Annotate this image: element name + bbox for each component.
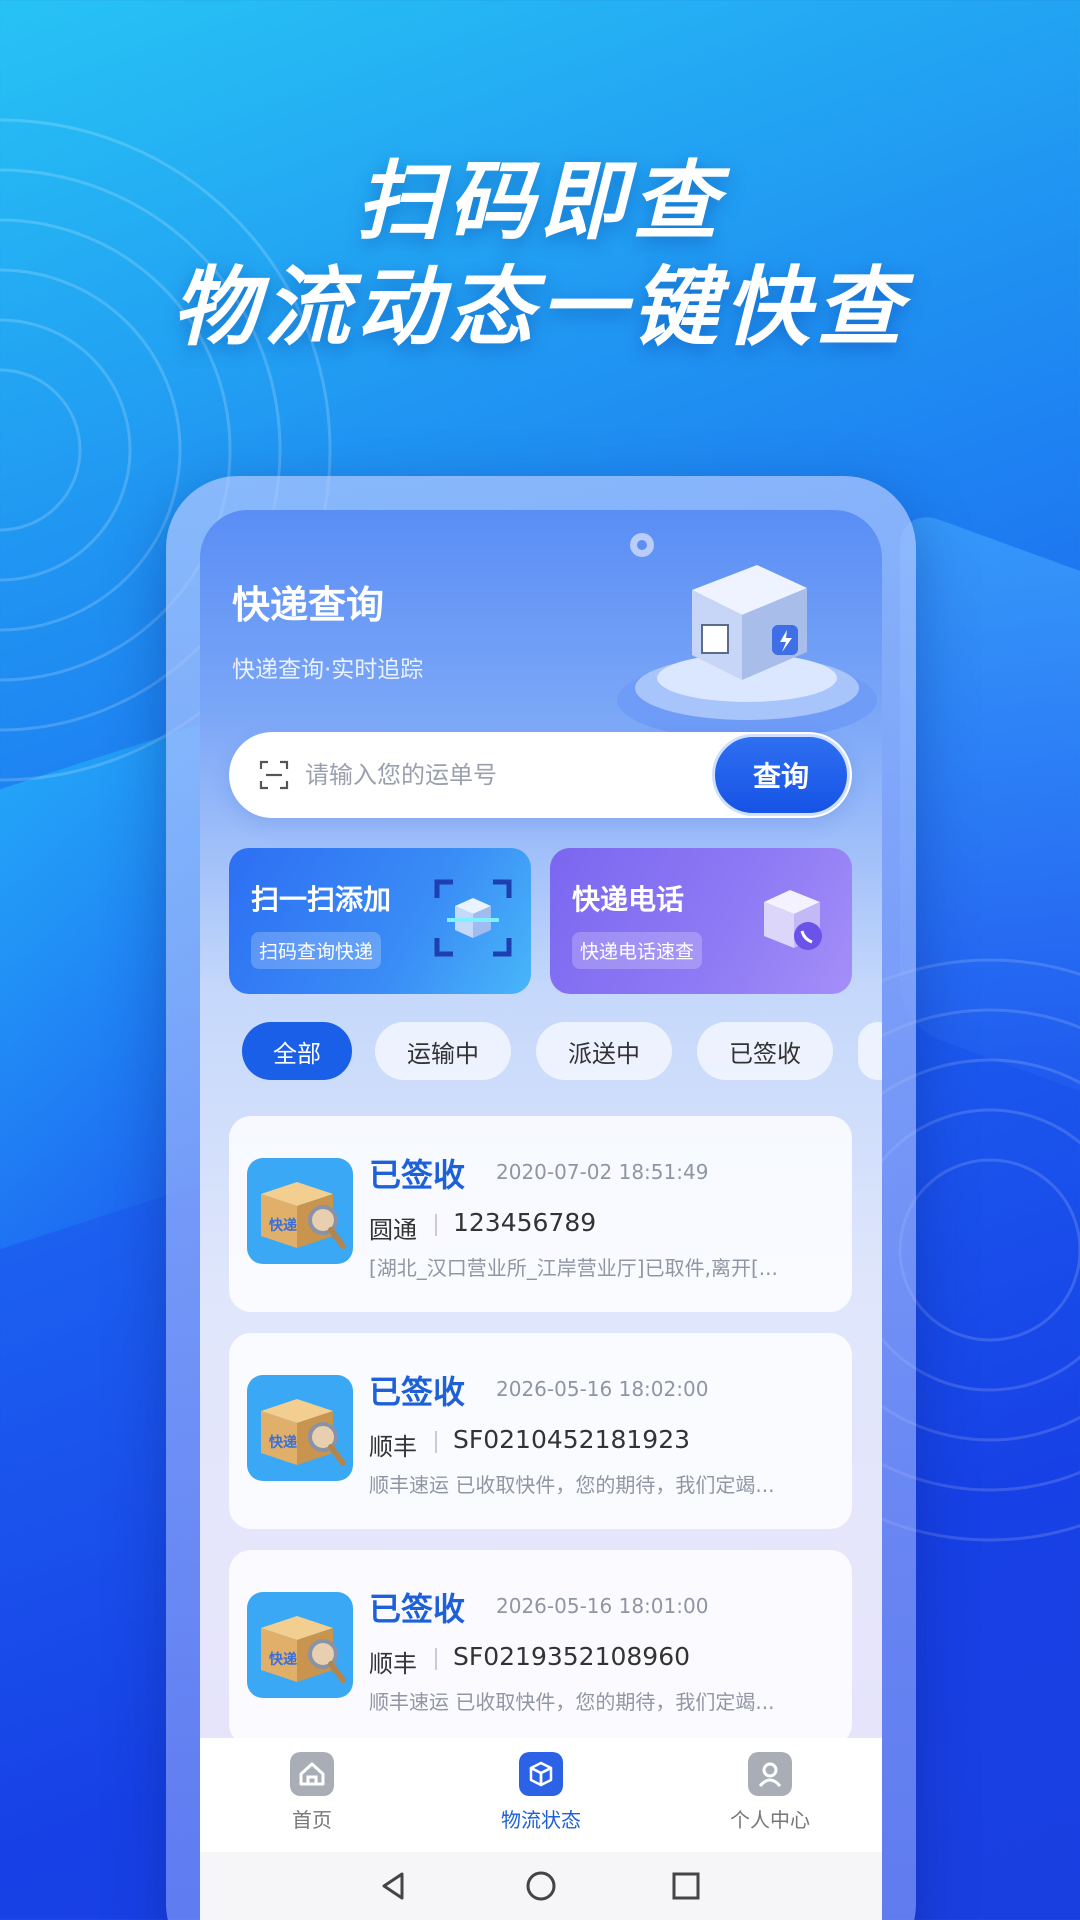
shipment-time: 2026-05-16 18:01:00	[496, 1594, 709, 1618]
divider	[435, 1214, 437, 1236]
shipment-time: 2020-07-02 18:51:49	[496, 1160, 709, 1184]
shipment-item[interactable]: 快递 已签收 2026-05-16 18:01:00 顺丰 SF02193521…	[229, 1550, 852, 1746]
nav-logistics-label: 物流状态	[501, 1808, 581, 1832]
promo-line-1: 扫码即查	[356, 152, 724, 252]
nav-profile-label: 个人中心	[730, 1808, 810, 1832]
parcel-magnifier-icon: 快递	[247, 1375, 353, 1481]
shipment-item[interactable]: 快递 已签收 2026-05-16 18:02:00 顺丰 SF02104521…	[229, 1333, 852, 1529]
shipment-status: 已签收	[369, 1590, 466, 1628]
shipment-description: [湖北_汉口营业所_江岸营业厅]已取件,离开[...	[369, 1256, 778, 1280]
shipment-description: 顺丰速运 已收取快件，您的期待，我们定竭...	[369, 1473, 775, 1497]
header-banner: 快递查询 快递查询·实时追踪	[200, 510, 882, 740]
bottom-navigation: 首页 物流状态 个人中心	[200, 1738, 882, 1852]
app-subtitle: 快递查询·实时追踪	[232, 657, 424, 683]
tab-signed[interactable]: 已签收	[697, 1022, 833, 1080]
scan-add-card[interactable]: 扫一扫添加 扫码查询快递	[229, 848, 531, 994]
scan-icon[interactable]	[259, 760, 289, 790]
divider	[435, 1431, 437, 1453]
thumb-label: 快递	[269, 1217, 297, 1234]
status-filter-tabs: 全部 运输中 派送中 已签收	[242, 1022, 882, 1082]
phone-box-icon	[764, 890, 822, 950]
shipment-carrier: 顺丰	[369, 1650, 417, 1678]
tracking-number: SF0219352108960	[453, 1642, 691, 1671]
back-icon[interactable]	[374, 1866, 414, 1906]
thumb-label: 快递	[269, 1651, 297, 1668]
nav-profile[interactable]: 个人中心	[700, 1752, 840, 1833]
courier-phone-tag: 快递电话速查	[572, 932, 703, 969]
nav-logistics-status[interactable]: 物流状态	[471, 1752, 611, 1833]
shipment-carrier: 顺丰	[369, 1433, 417, 1461]
package-icon	[519, 1752, 563, 1796]
tab-all[interactable]: 全部	[242, 1022, 352, 1080]
tab-in-transit[interactable]: 运输中	[375, 1022, 511, 1080]
nav-home[interactable]: 首页	[242, 1752, 382, 1833]
parcel-platform-illustration	[617, 533, 877, 740]
tracking-number-input[interactable]	[305, 752, 685, 798]
promo-headline: 扫码即查 物流动态一键快查	[0, 150, 1080, 362]
courier-phone-title: 快递电话	[572, 883, 685, 916]
shipment-item[interactable]: 快递 已签收 2020-07-02 18:51:49 圆通 123456789 …	[229, 1116, 852, 1312]
tab-more[interactable]	[858, 1022, 882, 1080]
tab-delivering[interactable]: 派送中	[536, 1022, 672, 1080]
home-circle-icon[interactable]	[521, 1866, 561, 1906]
home-icon	[290, 1752, 334, 1796]
promo-line-2: 物流动态一键快查	[172, 258, 908, 358]
nav-home-label: 首页	[292, 1808, 332, 1832]
shipment-status: 已签收	[369, 1373, 466, 1411]
shipment-time: 2026-05-16 18:02:00	[496, 1377, 709, 1401]
tracking-number: SF0210452181923	[453, 1425, 691, 1454]
parcel-magnifier-icon: 快递	[247, 1592, 353, 1698]
tracking-number: 123456789	[453, 1208, 597, 1237]
scan-box-icon	[434, 879, 512, 957]
recents-square-icon[interactable]	[666, 1866, 706, 1906]
shipment-carrier: 圆通	[369, 1216, 417, 1244]
search-button[interactable]: 查询	[712, 734, 850, 816]
shipment-status: 已签收	[369, 1156, 466, 1194]
thumb-label: 快递	[269, 1434, 297, 1451]
app-screen: 快递查询 快递查询·实时追踪 查询 扫一扫添加 扫码查询快递	[200, 510, 882, 1920]
user-icon	[748, 1752, 792, 1796]
parcel-magnifier-icon: 快递	[247, 1158, 353, 1264]
app-title: 快递查询	[232, 583, 385, 627]
search-bar: 查询	[229, 732, 852, 818]
divider	[435, 1648, 437, 1670]
system-navigation-bar	[200, 1852, 882, 1920]
courier-phone-card[interactable]: 快递电话 快递电话速查	[550, 848, 852, 994]
shipment-description: 顺丰速运 已收取快件，您的期待，我们定竭...	[369, 1690, 775, 1714]
scan-add-tag: 扫码查询快递	[251, 932, 382, 969]
scan-add-title: 扫一扫添加	[251, 883, 392, 916]
